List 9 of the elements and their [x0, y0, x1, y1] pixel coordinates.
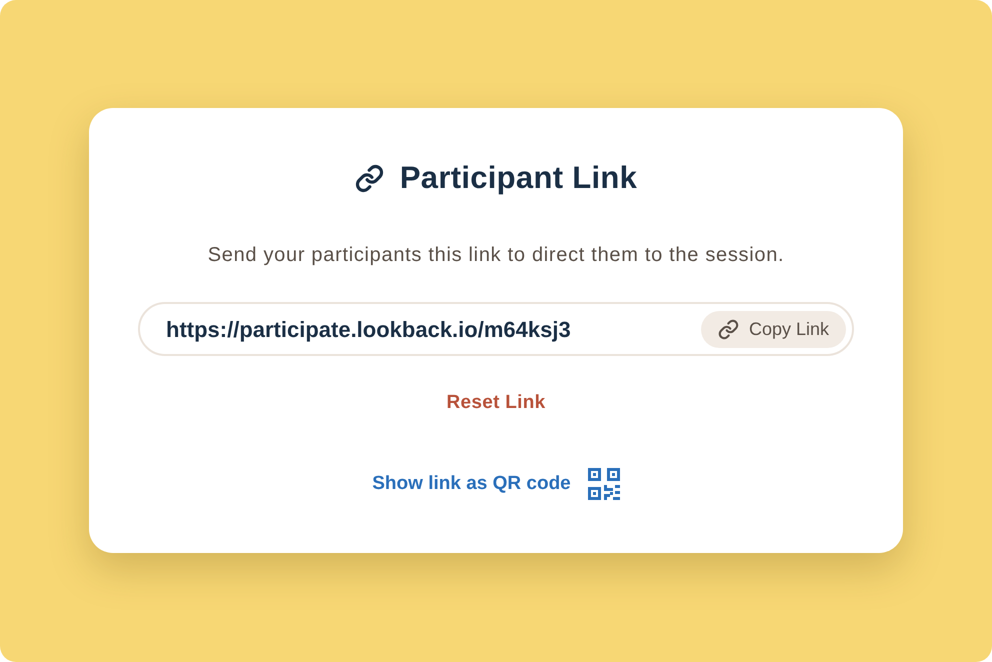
link-icon	[718, 318, 739, 340]
link-icon	[354, 164, 384, 192]
dialog-title: Participant Link	[400, 159, 638, 197]
description-text: Send your participants this link to direct them to the session.	[208, 243, 784, 268]
reset-link[interactable]: Reset Link	[446, 391, 546, 415]
qr-code-icon[interactable]	[588, 468, 620, 500]
show-qr-code-link[interactable]: Show link as QR code	[372, 472, 571, 496]
link-field[interactable]: https://participate.lookback.io/m64ksj3 Copy Link	[138, 302, 854, 356]
copy-link-button[interactable]: Copy Link	[700, 310, 846, 348]
